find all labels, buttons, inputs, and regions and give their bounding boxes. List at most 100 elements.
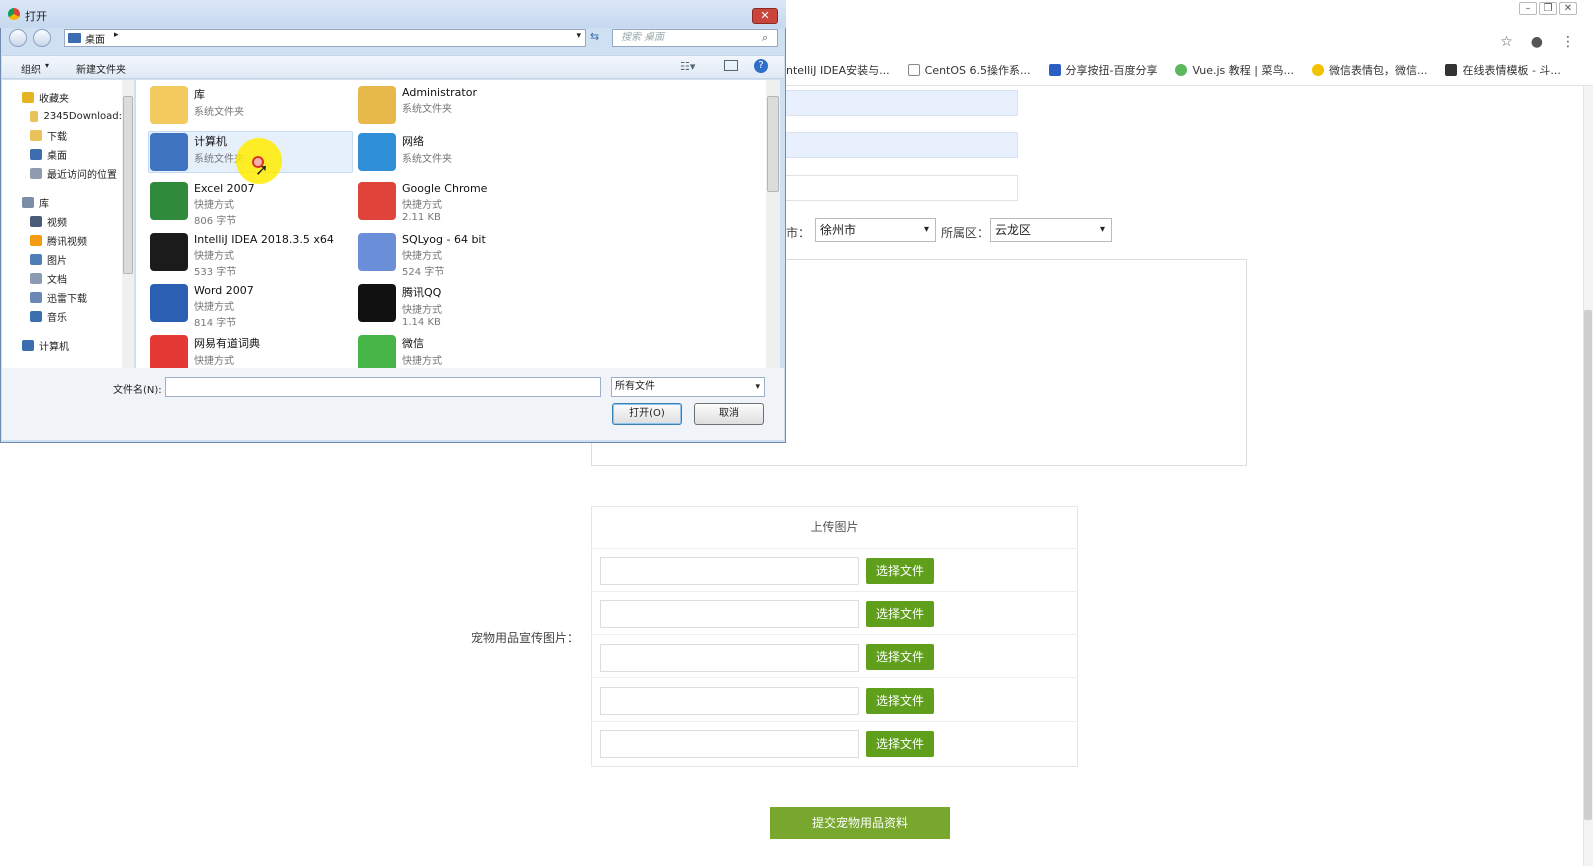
nav-scrollbar-thumb[interactable] <box>123 96 133 274</box>
nav-item[interactable]: 图片 <box>22 250 122 269</box>
file-path-input[interactable] <box>600 730 859 758</box>
district-label: 所属区： <box>941 226 990 240</box>
bookmark-item[interactable]: 分享按扭-百度分享 <box>1048 62 1157 78</box>
file-item[interactable]: 腾讯QQ 快捷方式 1.14 KB <box>358 282 563 330</box>
address-bar[interactable]: 桌面 ▸ ▾ <box>64 29 586 47</box>
file-type: 快捷方式 <box>402 251 442 262</box>
nav-item[interactable]: 2345Download: <box>22 107 122 126</box>
bookmark-item[interactable]: 微信表情包，微信... <box>1311 62 1427 78</box>
file-type: 快捷方式 <box>402 200 442 211</box>
filename-input[interactable] <box>165 377 601 397</box>
nav-item[interactable]: 桌面 <box>22 145 122 164</box>
view-options-icon[interactable]: ☷▾ <box>680 60 695 73</box>
chrome-icon <box>8 8 20 20</box>
menu-icon[interactable]: ⋮ <box>1561 34 1575 50</box>
back-button[interactable] <box>9 29 27 47</box>
district-select[interactable]: 云龙区 <box>990 218 1112 242</box>
city-select[interactable]: 徐州市 <box>815 218 936 242</box>
chevron-down-icon: ▾ <box>755 382 760 392</box>
submit-button[interactable]: 提交宠物用品资料 <box>770 807 950 839</box>
breadcrumb-arrow-icon[interactable]: ▸ <box>114 30 119 40</box>
nav-item-label: 视频 <box>47 218 67 229</box>
baidu-icon <box>1048 64 1061 76</box>
file-path-input[interactable] <box>600 600 859 628</box>
restore-icon[interactable]: ❐ <box>1539 2 1557 15</box>
file-name: SQLyog - 64 bit <box>402 233 486 246</box>
file-path-input[interactable] <box>600 557 859 585</box>
file-type: 快捷方式 <box>402 356 442 367</box>
file-item[interactable]: 网易有道词典快捷方式607 字节 <box>150 333 355 368</box>
bookmark-item[interactable]: CentOS 6.5操作系... <box>907 62 1031 78</box>
nav-item[interactable]: 音乐 <box>22 307 122 326</box>
star-icon <box>22 92 34 103</box>
dialog-close-button[interactable]: ✕ <box>752 8 778 24</box>
nav-item[interactable]: 库 <box>22 193 122 212</box>
computer-icon <box>150 133 188 171</box>
file-item[interactable]: SQLyog - 64 bit 快捷方式 524 字节 <box>358 231 563 279</box>
file-path-input[interactable] <box>600 644 859 672</box>
computer-icon <box>22 340 34 351</box>
open-button[interactable]: 打开(O) <box>612 403 682 425</box>
file-item[interactable]: 网络 系统文件夹 <box>358 131 563 179</box>
command-bar: 组织 ▾ 新建文件夹 ☷▾ ? <box>2 55 784 79</box>
nav-item[interactable]: 下载 <box>22 126 122 145</box>
nav-item-label: 计算机 <box>39 342 69 353</box>
choose-file-button[interactable]: 选择文件 <box>866 558 934 584</box>
word-icon <box>150 284 188 322</box>
profile-icon[interactable]: ● <box>1531 34 1543 50</box>
file-item[interactable]: Word 2007 快捷方式 814 字节 <box>150 282 355 330</box>
page-scrollbar-thumb[interactable] <box>1584 310 1592 820</box>
user-folder-icon <box>358 86 396 124</box>
minimize-icon[interactable]: – <box>1519 2 1537 15</box>
dialog-titlebar[interactable]: 打开 <box>0 0 786 28</box>
new-folder-button[interactable]: 新建文件夹 <box>76 61 126 76</box>
nav-item[interactable]: 收藏夹 <box>22 88 122 107</box>
search-input[interactable]: 搜索 桌面 <box>612 29 778 47</box>
nav-item[interactable]: 腾讯视频 <box>22 231 122 250</box>
file-type: 快捷方式 <box>194 251 234 262</box>
close-icon[interactable]: ✕ <box>1559 2 1577 15</box>
cancel-button[interactable]: 取消 <box>694 403 764 425</box>
bookmark-item[interactable]: ntelliJ IDEA安装与... <box>786 62 890 78</box>
nav-item-label: 库 <box>39 199 49 210</box>
filetype-select[interactable]: 所有文件 ▾ <box>611 377 765 397</box>
file-path-input[interactable] <box>600 687 859 715</box>
desktop-icon <box>68 33 81 43</box>
bookmark-star-icon[interactable]: ☆ <box>1500 34 1513 50</box>
organize-button[interactable]: 组织 <box>21 61 41 76</box>
file-name: Word 2007 <box>194 284 254 297</box>
file-list-scrollbar-thumb[interactable] <box>767 96 779 192</box>
choose-file-button[interactable]: 选择文件 <box>866 644 934 670</box>
nav-item-label: 最近访问的位置 <box>47 170 117 181</box>
chevron-down-icon: ▾ <box>45 61 50 70</box>
file-item[interactable]: Google Chrome 快捷方式 2.11 KB <box>358 180 563 228</box>
help-icon[interactable]: ? <box>754 59 768 73</box>
choose-file-button[interactable]: 选择文件 <box>866 601 934 627</box>
nav-item[interactable]: 视频 <box>22 212 122 231</box>
bookmark-item[interactable]: 在线表情模板 - 斗... <box>1445 62 1561 78</box>
bookmark-item[interactable]: Vue.js 教程 | 菜鸟... <box>1175 62 1294 78</box>
file-type: 快捷方式 <box>402 305 442 316</box>
file-item[interactable]: 库系统文件夹 <box>150 84 355 132</box>
file-name: Administrator <box>402 86 477 99</box>
file-item[interactable]: Administrator 系统文件夹 <box>358 84 563 132</box>
file-item[interactable]: 微信快捷方式524 字节 <box>358 333 563 368</box>
recent-icon <box>30 168 42 179</box>
forward-button[interactable] <box>33 29 51 47</box>
file-name: 库 <box>194 88 205 101</box>
file-item[interactable]: IntelliJ IDEA 2018.3.5 x64 快捷方式 533 字节 <box>150 231 355 279</box>
nav-item[interactable]: 迅雷下载 <box>22 288 122 307</box>
nav-item[interactable]: 最近访问的位置 <box>22 164 122 183</box>
nav-item[interactable]: 文档 <box>22 269 122 288</box>
choose-file-button[interactable]: 选择文件 <box>866 731 934 757</box>
folder-icon <box>30 111 39 122</box>
doutu-icon <box>1445 64 1458 76</box>
refresh-icon[interactable]: ⇆ <box>590 30 599 43</box>
file-item[interactable]: Excel 2007 快捷方式 806 字节 <box>150 180 355 228</box>
file-type: 快捷方式 <box>194 356 234 367</box>
chevron-down-icon[interactable]: ▾ <box>576 31 581 41</box>
nav-item-label: 2345Download: <box>43 111 122 122</box>
preview-pane-icon[interactable] <box>724 60 738 71</box>
choose-file-button[interactable]: 选择文件 <box>866 688 934 714</box>
nav-item[interactable]: 计算机 <box>22 336 122 355</box>
